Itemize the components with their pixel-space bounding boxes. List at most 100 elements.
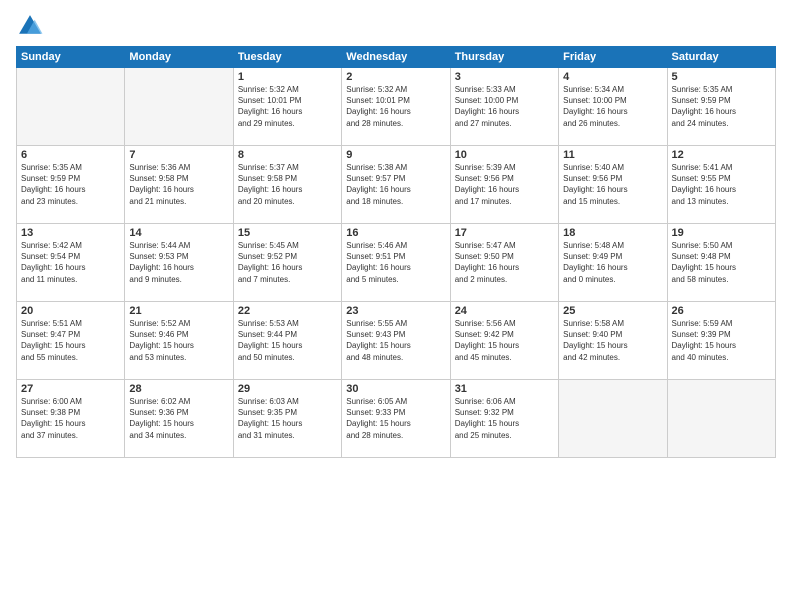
header-row: SundayMondayTuesdayWednesdayThursdayFrid… xyxy=(17,47,776,68)
day-number: 3 xyxy=(455,71,554,83)
day-info: Sunrise: 5:55 AM Sunset: 9:43 PM Dayligh… xyxy=(346,318,445,363)
day-info: Sunrise: 5:44 AM Sunset: 9:53 PM Dayligh… xyxy=(129,240,228,285)
day-cell: 5Sunrise: 5:35 AM Sunset: 9:59 PM Daylig… xyxy=(667,68,775,146)
day-info: Sunrise: 5:33 AM Sunset: 10:00 PM Daylig… xyxy=(455,84,554,129)
day-info: Sunrise: 5:45 AM Sunset: 9:52 PM Dayligh… xyxy=(238,240,337,285)
week-row-3: 13Sunrise: 5:42 AM Sunset: 9:54 PM Dayli… xyxy=(17,224,776,302)
col-header-tuesday: Tuesday xyxy=(233,47,341,68)
day-number: 10 xyxy=(455,149,554,161)
day-number: 18 xyxy=(563,227,662,239)
day-number: 23 xyxy=(346,305,445,317)
day-cell: 24Sunrise: 5:56 AM Sunset: 9:42 PM Dayli… xyxy=(450,302,558,380)
day-number: 24 xyxy=(455,305,554,317)
day-info: Sunrise: 5:47 AM Sunset: 9:50 PM Dayligh… xyxy=(455,240,554,285)
day-info: Sunrise: 5:46 AM Sunset: 9:51 PM Dayligh… xyxy=(346,240,445,285)
col-header-monday: Monday xyxy=(125,47,233,68)
day-cell: 21Sunrise: 5:52 AM Sunset: 9:46 PM Dayli… xyxy=(125,302,233,380)
day-number: 31 xyxy=(455,383,554,395)
day-cell: 11Sunrise: 5:40 AM Sunset: 9:56 PM Dayli… xyxy=(559,146,667,224)
week-row-4: 20Sunrise: 5:51 AM Sunset: 9:47 PM Dayli… xyxy=(17,302,776,380)
col-header-thursday: Thursday xyxy=(450,47,558,68)
day-cell: 13Sunrise: 5:42 AM Sunset: 9:54 PM Dayli… xyxy=(17,224,125,302)
header xyxy=(16,12,776,40)
day-info: Sunrise: 6:06 AM Sunset: 9:32 PM Dayligh… xyxy=(455,396,554,441)
day-info: Sunrise: 5:52 AM Sunset: 9:46 PM Dayligh… xyxy=(129,318,228,363)
day-cell: 20Sunrise: 5:51 AM Sunset: 9:47 PM Dayli… xyxy=(17,302,125,380)
col-header-saturday: Saturday xyxy=(667,47,775,68)
day-cell: 22Sunrise: 5:53 AM Sunset: 9:44 PM Dayli… xyxy=(233,302,341,380)
day-info: Sunrise: 6:00 AM Sunset: 9:38 PM Dayligh… xyxy=(21,396,120,441)
day-cell: 23Sunrise: 5:55 AM Sunset: 9:43 PM Dayli… xyxy=(342,302,450,380)
week-row-1: 1 Sunrise: 5:32 AM Sunset: 10:01 PM Dayli… xyxy=(17,68,776,146)
day-info: Sunrise: 5:53 AM Sunset: 9:44 PM Dayligh… xyxy=(238,318,337,363)
day-number: 29 xyxy=(238,383,337,395)
day-number: 11 xyxy=(563,149,662,161)
day-cell: 10Sunrise: 5:39 AM Sunset: 9:56 PM Dayli… xyxy=(450,146,558,224)
day-number: 25 xyxy=(563,305,662,317)
day-cell: 14Sunrise: 5:44 AM Sunset: 9:53 PM Dayli… xyxy=(125,224,233,302)
day-cell: 1Sunrise: 5:32 AM Sunset: 10:01 PM Dayli… xyxy=(233,68,341,146)
col-header-wednesday: Wednesday xyxy=(342,47,450,68)
day-info: Sunrise: 5:50 AM Sunset: 9:48 PM Dayligh… xyxy=(672,240,771,285)
day-cell: 8Sunrise: 5:37 AM Sunset: 9:58 PM Daylig… xyxy=(233,146,341,224)
day-number: 12 xyxy=(672,149,771,161)
day-number: 16 xyxy=(346,227,445,239)
day-info: Sunrise: 5:58 AM Sunset: 9:40 PM Dayligh… xyxy=(563,318,662,363)
day-cell: 28Sunrise: 6:02 AM Sunset: 9:36 PM Dayli… xyxy=(125,380,233,458)
day-number: 17 xyxy=(455,227,554,239)
day-info: Sunrise: 6:03 AM Sunset: 9:35 PM Dayligh… xyxy=(238,396,337,441)
day-number: 22 xyxy=(238,305,337,317)
day-cell: 4Sunrise: 5:34 AM Sunset: 10:00 PM Dayli… xyxy=(559,68,667,146)
day-number: 28 xyxy=(129,383,228,395)
col-header-friday: Friday xyxy=(559,47,667,68)
day-number: 20 xyxy=(21,305,120,317)
day-number: 1 xyxy=(238,71,337,83)
week-row-5: 27Sunrise: 6:00 AM Sunset: 9:38 PM Dayli… xyxy=(17,380,776,458)
calendar-table: SundayMondayTuesdayWednesdayThursdayFrid… xyxy=(16,46,776,458)
day-info: Sunrise: 5:32 AM Sunset: 10:01 PM Daylig… xyxy=(346,84,445,129)
day-cell: 12Sunrise: 5:41 AM Sunset: 9:55 PM Dayli… xyxy=(667,146,775,224)
day-info: Sunrise: 5:40 AM Sunset: 9:56 PM Dayligh… xyxy=(563,162,662,207)
day-cell: 17Sunrise: 5:47 AM Sunset: 9:50 PM Dayli… xyxy=(450,224,558,302)
day-info: Sunrise: 5:48 AM Sunset: 9:49 PM Dayligh… xyxy=(563,240,662,285)
day-number: 7 xyxy=(129,149,228,161)
day-cell: 29Sunrise: 6:03 AM Sunset: 9:35 PM Dayli… xyxy=(233,380,341,458)
day-cell xyxy=(125,68,233,146)
day-number: 26 xyxy=(672,305,771,317)
day-info: Sunrise: 5:39 AM Sunset: 9:56 PM Dayligh… xyxy=(455,162,554,207)
page: SundayMondayTuesdayWednesdayThursdayFrid… xyxy=(0,0,792,612)
day-number: 6 xyxy=(21,149,120,161)
day-info: Sunrise: 5:37 AM Sunset: 9:58 PM Dayligh… xyxy=(238,162,337,207)
day-cell: 26Sunrise: 5:59 AM Sunset: 9:39 PM Dayli… xyxy=(667,302,775,380)
day-cell xyxy=(17,68,125,146)
day-cell: 31Sunrise: 6:06 AM Sunset: 9:32 PM Dayli… xyxy=(450,380,558,458)
day-info: Sunrise: 5:34 AM Sunset: 10:00 PM Daylig… xyxy=(563,84,662,129)
day-cell: 2Sunrise: 5:32 AM Sunset: 10:01 PM Dayli… xyxy=(342,68,450,146)
day-info: Sunrise: 6:02 AM Sunset: 9:36 PM Dayligh… xyxy=(129,396,228,441)
day-number: 5 xyxy=(672,71,771,83)
day-cell: 27Sunrise: 6:00 AM Sunset: 9:38 PM Dayli… xyxy=(17,380,125,458)
day-cell: 18Sunrise: 5:48 AM Sunset: 9:49 PM Dayli… xyxy=(559,224,667,302)
day-number: 2 xyxy=(346,71,445,83)
logo-icon xyxy=(16,12,44,40)
day-cell xyxy=(667,380,775,458)
day-info: Sunrise: 5:42 AM Sunset: 9:54 PM Dayligh… xyxy=(21,240,120,285)
day-number: 14 xyxy=(129,227,228,239)
day-info: Sunrise: 6:05 AM Sunset: 9:33 PM Dayligh… xyxy=(346,396,445,441)
day-number: 8 xyxy=(238,149,337,161)
day-info: Sunrise: 5:35 AM Sunset: 9:59 PM Dayligh… xyxy=(672,84,771,129)
day-number: 30 xyxy=(346,383,445,395)
day-cell: 19Sunrise: 5:50 AM Sunset: 9:48 PM Dayli… xyxy=(667,224,775,302)
day-info: Sunrise: 5:35 AM Sunset: 9:59 PM Dayligh… xyxy=(21,162,120,207)
day-info: Sunrise: 5:56 AM Sunset: 9:42 PM Dayligh… xyxy=(455,318,554,363)
day-number: 19 xyxy=(672,227,771,239)
day-cell: 30Sunrise: 6:05 AM Sunset: 9:33 PM Dayli… xyxy=(342,380,450,458)
day-number: 21 xyxy=(129,305,228,317)
day-number: 27 xyxy=(21,383,120,395)
day-info: Sunrise: 5:51 AM Sunset: 9:47 PM Dayligh… xyxy=(21,318,120,363)
day-number: 13 xyxy=(21,227,120,239)
col-header-sunday: Sunday xyxy=(17,47,125,68)
day-info: Sunrise: 5:38 AM Sunset: 9:57 PM Dayligh… xyxy=(346,162,445,207)
day-info: Sunrise: 5:36 AM Sunset: 9:58 PM Dayligh… xyxy=(129,162,228,207)
week-row-2: 6Sunrise: 5:35 AM Sunset: 9:59 PM Daylig… xyxy=(17,146,776,224)
